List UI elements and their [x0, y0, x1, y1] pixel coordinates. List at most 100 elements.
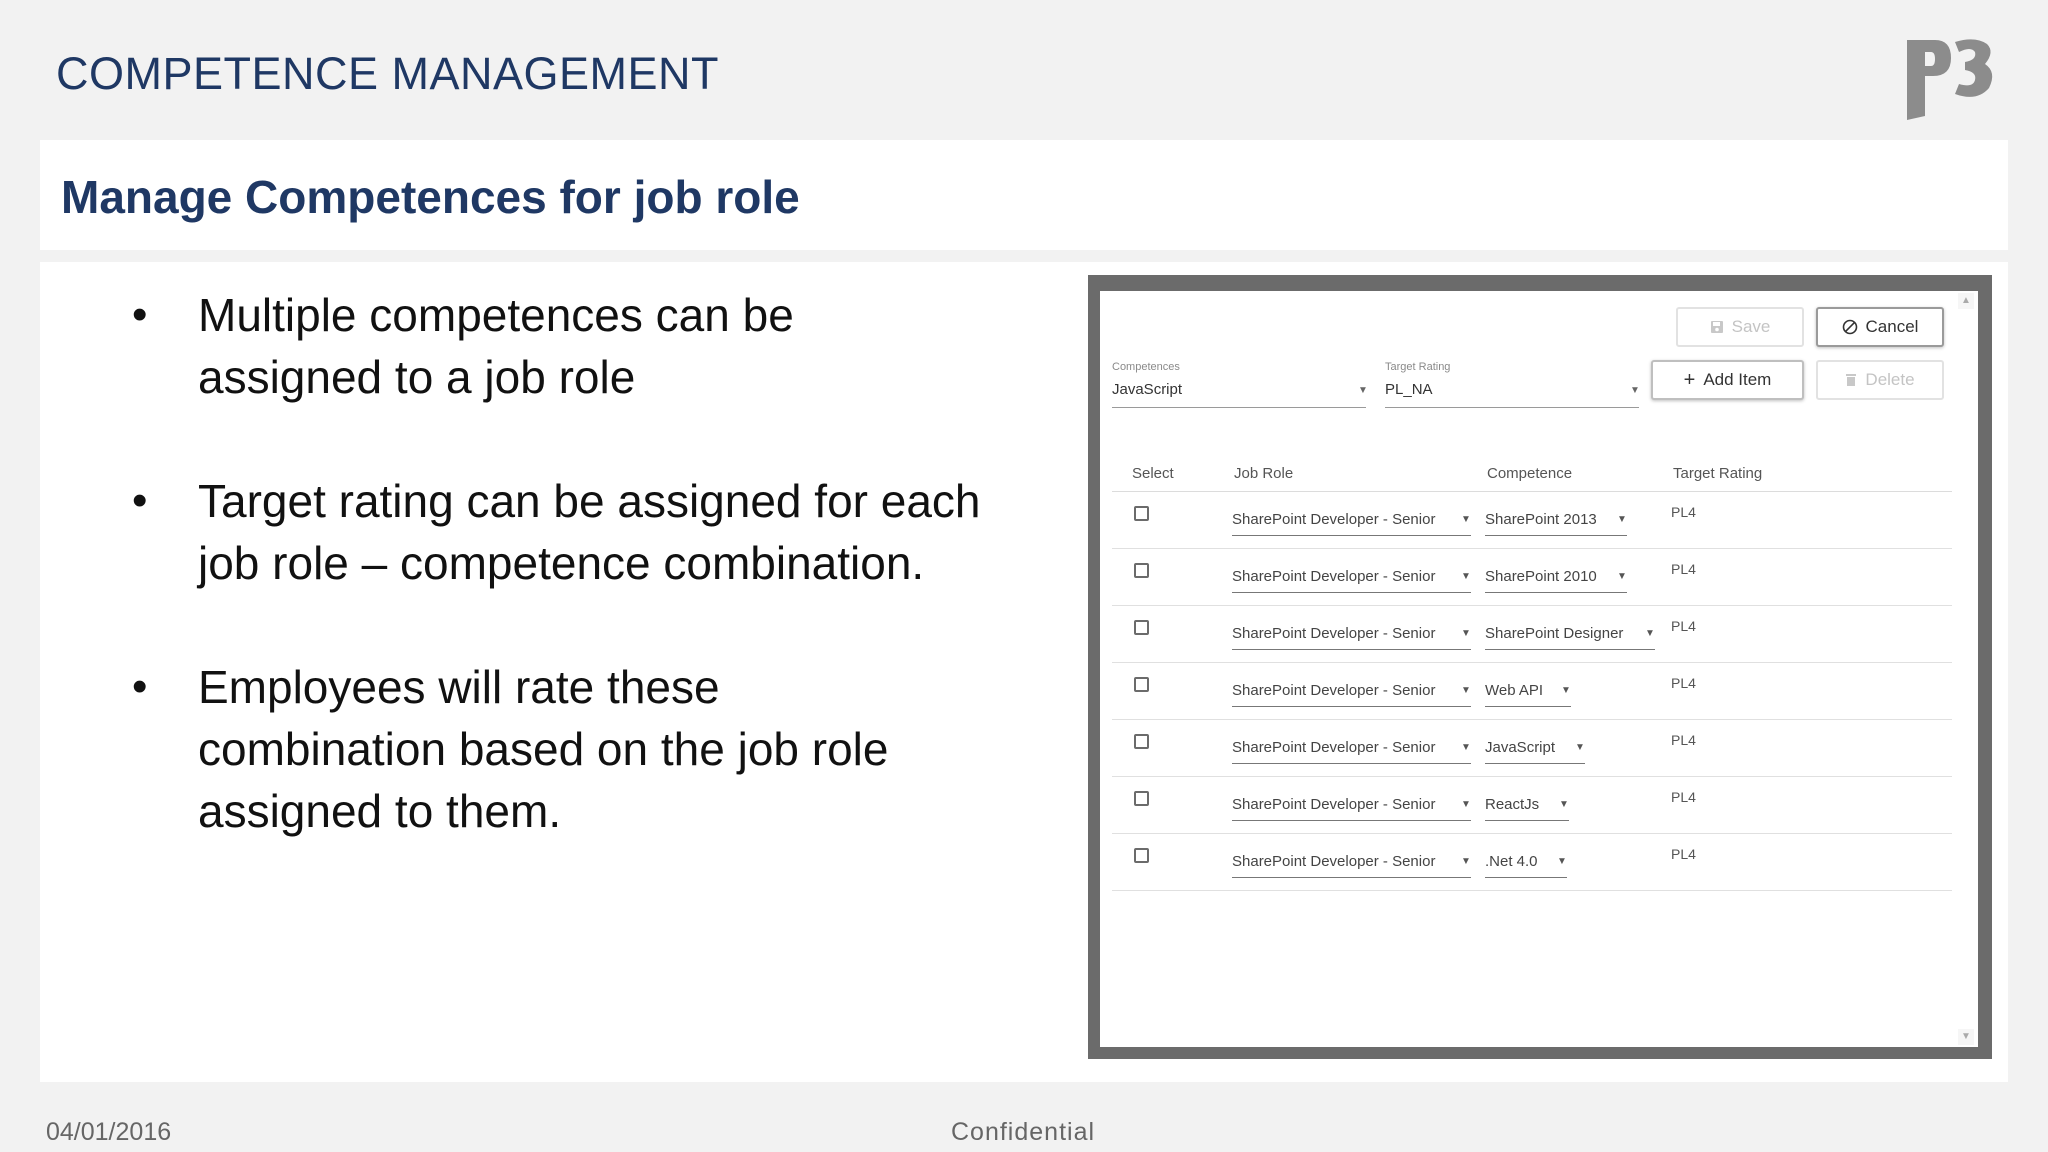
target-rating-value: PL4 — [1671, 504, 1696, 520]
column-header-select: Select — [1132, 465, 1174, 482]
caret-down-icon: ▼ — [1575, 742, 1585, 753]
caret-down-icon: ▼ — [1561, 685, 1571, 696]
job-role-underline — [1232, 763, 1471, 764]
cancel-button-label: Cancel — [1865, 317, 1919, 336]
cancel-button[interactable]: Cancel — [1816, 307, 1944, 347]
row-select-checkbox[interactable] — [1134, 677, 1149, 692]
bullet-dot-icon: • — [132, 476, 148, 525]
caret-down-icon: ▼ — [1461, 856, 1471, 867]
caret-down-icon: ▼ — [1461, 514, 1471, 525]
row-select-checkbox[interactable] — [1134, 620, 1149, 635]
job-role-value: SharePoint Developer - Senior — [1232, 568, 1436, 585]
caret-down-icon: ▼ — [1557, 856, 1567, 867]
competences-label: Competences — [1112, 361, 1180, 373]
column-header-job-role: Job Role — [1234, 465, 1294, 482]
job-role-value: SharePoint Developer - Senior — [1232, 625, 1436, 642]
scroll-down-arrow-icon[interactable]: ▼ — [1958, 1029, 1974, 1045]
competence-value: .Net 4.0 — [1485, 853, 1538, 870]
target-rating-label: Target Rating — [1385, 361, 1451, 373]
footer-confidential: Confidential — [951, 1118, 1096, 1146]
competence-value: ReactJs — [1485, 796, 1540, 813]
bullet-dot-icon: • — [132, 290, 148, 339]
competences-value: JavaScript — [1112, 381, 1183, 398]
app-window: ▲ ▼ Save Cancel + Add Item Delete Compet… — [1100, 291, 1978, 1047]
job-role-value: SharePoint Developer - Senior — [1232, 682, 1436, 699]
competence-value: SharePoint Designer — [1485, 625, 1624, 642]
job-role-underline — [1232, 820, 1471, 821]
caret-down-icon: ▼ — [1358, 385, 1368, 396]
target-rating-value: PL4 — [1671, 618, 1696, 634]
scroll-up-arrow-icon[interactable]: ▲ — [1958, 293, 1974, 309]
bullet-text: Employees will rate these combination ba… — [198, 661, 889, 837]
floppy-disk-icon — [1710, 321, 1723, 333]
competence-underline — [1485, 763, 1585, 764]
competence-value: SharePoint 2013 — [1485, 511, 1597, 528]
delete-button-label: Delete — [1865, 370, 1915, 389]
competence-underline — [1485, 535, 1627, 536]
section-title-band: Manage Competences for job role — [40, 140, 2008, 250]
target-rating-value: PL_NA — [1385, 381, 1433, 398]
job-role-value: SharePoint Developer - Senior — [1232, 853, 1436, 870]
caret-down-icon: ▼ — [1461, 799, 1471, 810]
job-role-value: SharePoint Developer - Senior — [1232, 796, 1436, 813]
bullet-list: • Multiple competences can be assigned t… — [92, 284, 1012, 904]
row-select-checkbox[interactable] — [1134, 791, 1149, 806]
job-role-underline — [1232, 649, 1471, 650]
bullet-text: Multiple competences can be assigned to … — [198, 289, 794, 403]
row-select-checkbox[interactable] — [1134, 563, 1149, 578]
competence-value: Web API — [1485, 682, 1544, 699]
caret-down-icon: ▼ — [1461, 628, 1471, 639]
competence-underline — [1485, 820, 1569, 821]
save-button[interactable]: Save — [1676, 307, 1804, 347]
app-screenshot-frame: ▲ ▼ Save Cancel + Add Item Delete Compet… — [1088, 275, 1992, 1059]
footer-date: 04/01/2016 — [46, 1118, 172, 1146]
page-header-title: COMPETENCE MANAGEMENT — [56, 48, 720, 99]
table-row: SharePoint Developer - Senior ▼ .Net 4.0… — [1112, 834, 1952, 891]
trash-icon — [1846, 374, 1857, 386]
table-row: SharePoint Developer - Senior ▼ SharePoi… — [1112, 606, 1952, 663]
caret-down-icon: ▼ — [1461, 571, 1471, 582]
column-header-target-rating: Target Rating — [1673, 465, 1763, 482]
target-rating-value: PL4 — [1671, 561, 1696, 577]
target-rating-value: PL4 — [1671, 732, 1696, 748]
competences-underline — [1112, 407, 1366, 408]
p3-logo — [1907, 39, 1993, 120]
job-role-underline — [1232, 535, 1471, 536]
target-rating-underline — [1385, 407, 1639, 408]
caret-down-icon: ▼ — [1461, 742, 1471, 753]
target-rating-value: PL4 — [1671, 846, 1696, 862]
row-select-checkbox[interactable] — [1134, 848, 1149, 863]
competence-value: JavaScript — [1485, 739, 1556, 756]
add-item-button-label: Add Item — [1703, 370, 1772, 389]
caret-down-icon: ▼ — [1630, 385, 1640, 396]
section-title: Manage Competences for job role — [61, 171, 800, 223]
table-row: SharePoint Developer - Senior ▼ SharePoi… — [1112, 492, 1952, 549]
competence-underline — [1485, 877, 1567, 878]
job-role-underline — [1232, 592, 1471, 593]
caret-down-icon: ▼ — [1617, 514, 1627, 525]
bullet-item: • Multiple competences can be assigned t… — [92, 284, 1012, 408]
competence-underline — [1485, 649, 1655, 650]
column-header-competence: Competence — [1487, 465, 1573, 482]
caret-down-icon: ▼ — [1645, 628, 1655, 639]
circle-slash-icon — [1842, 319, 1857, 335]
job-role-underline — [1232, 877, 1471, 878]
table-row: SharePoint Developer - Senior ▼ Web API … — [1112, 663, 1952, 720]
delete-button[interactable]: Delete — [1816, 360, 1944, 400]
bullet-dot-icon: • — [132, 662, 148, 711]
add-item-button[interactable]: + Add Item — [1651, 360, 1804, 400]
target-rating-value: PL4 — [1671, 675, 1696, 691]
save-button-label: Save — [1731, 317, 1771, 336]
target-rating-value: PL4 — [1671, 789, 1696, 805]
competence-underline — [1485, 706, 1571, 707]
bullet-text: Target rating can be assigned for each j… — [198, 475, 981, 589]
table-row: SharePoint Developer - Senior ▼ SharePoi… — [1112, 549, 1952, 606]
caret-down-icon: ▼ — [1461, 685, 1471, 696]
competence-value: SharePoint 2010 — [1485, 568, 1597, 585]
bullet-item: • Employees will rate these combination … — [92, 656, 1012, 842]
job-role-value: SharePoint Developer - Senior — [1232, 739, 1436, 756]
job-role-underline — [1232, 706, 1471, 707]
row-select-checkbox[interactable] — [1134, 506, 1149, 521]
bullet-item: • Target rating can be assigned for each… — [92, 470, 1012, 594]
row-select-checkbox[interactable] — [1134, 734, 1149, 749]
